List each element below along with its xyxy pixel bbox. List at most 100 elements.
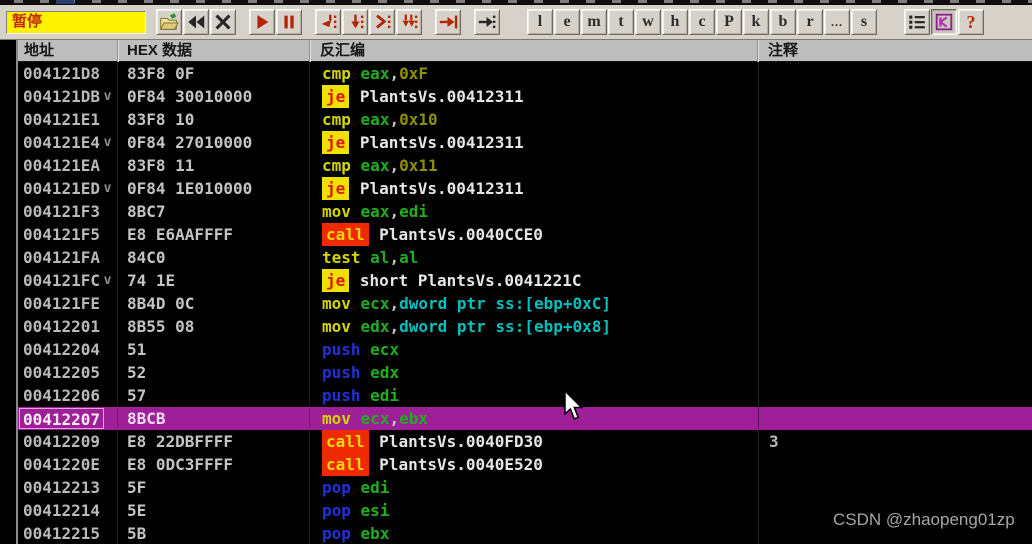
table-row[interactable]: 00412207 8BCB mov ecx,ebx bbox=[18, 407, 1032, 430]
hex-bytes-cell: 74 1E bbox=[118, 269, 310, 292]
mouse-cursor-icon bbox=[564, 391, 584, 420]
windows-list-icon[interactable] bbox=[904, 9, 930, 35]
panel-button-threads-label: t bbox=[618, 13, 624, 30]
comment-cell bbox=[758, 476, 1032, 499]
jump-down-indicator bbox=[100, 246, 115, 269]
panel-button-log[interactable]: l bbox=[527, 9, 553, 35]
address-cell: 00412215 bbox=[18, 522, 118, 544]
address-value: 004121FA bbox=[23, 248, 101, 267]
jump-down-indicator: v bbox=[103, 89, 112, 104]
comment-cell bbox=[758, 223, 1032, 246]
table-row[interactable]: 004121FA 84C0 test al,al bbox=[18, 246, 1032, 269]
address-cell: 00412209 bbox=[18, 430, 118, 453]
disasm-cell: push edx bbox=[322, 363, 400, 382]
panel-button-executables[interactable]: e bbox=[554, 9, 580, 35]
close-window-icon[interactable] bbox=[210, 9, 236, 35]
address-value: 004121F3 bbox=[23, 202, 101, 221]
panel-button-references[interactable]: r bbox=[797, 9, 823, 35]
disasm-cell: cmp eax,0x10 bbox=[322, 110, 438, 129]
table-row[interactable]: 00412201 8B55 08 mov edx,dword ptr ss:[ebp… bbox=[18, 315, 1032, 338]
table-row[interactable]: 00412209 E8 22DBFFFF call PlantsVs.0040FD3… bbox=[18, 430, 1032, 453]
table-row[interactable]: 004121D8 83F8 0F cmp eax,0xF bbox=[18, 62, 1032, 85]
table-row[interactable]: 004121EA 83F8 11 cmp eax,0x11 bbox=[18, 154, 1032, 177]
restart-icon[interactable] bbox=[183, 9, 209, 35]
table-row[interactable]: 004121FE 8B4D 0C mov ecx,dword ptr ss:[ebp… bbox=[18, 292, 1032, 315]
address-cell: 00412214 bbox=[18, 499, 118, 522]
disasm-cell: call PlantsVs.0040E520 bbox=[310, 453, 758, 476]
jump-down-indicator bbox=[100, 154, 115, 177]
disasm-cell: mov ecx,ebx bbox=[322, 409, 428, 428]
table-row[interactable]: 004121E1 83F8 10 cmp eax,0x10 bbox=[18, 108, 1032, 131]
jump-down-indicator bbox=[100, 361, 115, 384]
open-folder-icon[interactable] bbox=[156, 9, 182, 35]
animate-into-icon[interactable] bbox=[369, 9, 395, 35]
table-row[interactable]: 004121FC v 74 1E je short PlantsVs.0041221C bbox=[18, 269, 1032, 292]
panel-button-callstack[interactable]: k bbox=[743, 9, 769, 35]
table-row[interactable]: 004121ED v 0F84 1E010000 je PlantsVs.004123… bbox=[18, 177, 1032, 200]
comment-cell bbox=[758, 269, 1032, 292]
disasm-cell: je PlantsVs.00412311 bbox=[310, 177, 758, 200]
disasm-cell: mov ecx,dword ptr ss:[ebp+0xC] bbox=[322, 294, 612, 313]
table-row[interactable]: 004121F5 E8 E6AAFFFF call PlantsVs.0040CCE… bbox=[18, 223, 1032, 246]
panel-button-cpu[interactable]: c bbox=[689, 9, 715, 35]
execute-till-return-icon[interactable] bbox=[435, 9, 461, 35]
jump-down-indicator bbox=[100, 315, 115, 338]
disasm-cell: pop ebx bbox=[322, 524, 390, 543]
hex-bytes-cell: 0F84 1E010000 bbox=[118, 177, 310, 200]
panel-button-runtrace[interactable]: ... bbox=[824, 9, 850, 35]
table-row[interactable]: 00412213 5F pop edi bbox=[18, 476, 1032, 499]
panel-button-patches[interactable]: P bbox=[716, 9, 742, 35]
panel-button-handles[interactable]: h bbox=[662, 9, 688, 35]
table-row[interactable]: 004121F3 8BC7 mov eax,edi bbox=[18, 200, 1032, 223]
hex-bytes-cell: E8 E6AAFFFF bbox=[118, 223, 310, 246]
jump-down-indicator bbox=[100, 430, 115, 453]
disasm-cell: mov edx,dword ptr ss:[ebp+0x8] bbox=[322, 317, 612, 336]
address-cell: 004121E4 v bbox=[18, 131, 118, 154]
address-cell: 00412207 bbox=[18, 407, 118, 430]
animate-over-icon[interactable] bbox=[396, 9, 422, 35]
panel-button-runtrace-label: ... bbox=[831, 15, 843, 29]
hex-bytes-cell: 8BCB bbox=[118, 407, 310, 430]
address-cell: 0041220E bbox=[18, 453, 118, 476]
table-row[interactable]: 00412205 52 push edx bbox=[18, 361, 1032, 384]
disasm-cell: push ecx bbox=[322, 340, 400, 359]
jump-down-indicator bbox=[100, 62, 115, 85]
hex-bytes-cell: 83F8 10 bbox=[118, 108, 310, 131]
comment-cell: 3 bbox=[758, 430, 1032, 453]
help-icon[interactable]: ? bbox=[958, 9, 984, 35]
hex-bytes-cell: 5B bbox=[118, 522, 310, 544]
column-header-comment: 注释 bbox=[758, 40, 1032, 62]
table-row[interactable]: 0041220E E8 0DC3FFFF call PlantsVs.0040E52… bbox=[18, 453, 1032, 476]
run-icon[interactable] bbox=[249, 9, 275, 35]
column-header-hex: HEX 数据 bbox=[118, 40, 310, 62]
hex-bytes-cell: 52 bbox=[118, 361, 310, 384]
address-value: 00412206 bbox=[23, 386, 101, 405]
comment-cell bbox=[758, 315, 1032, 338]
step-over-icon[interactable] bbox=[342, 9, 368, 35]
table-row[interactable]: 00412206 57 push edi bbox=[18, 384, 1032, 407]
address-cell: 00412201 bbox=[18, 315, 118, 338]
panel-button-cpu-label: c bbox=[698, 13, 706, 30]
column-header: 地址 HEX 数据 反汇编 注释 bbox=[18, 40, 1032, 62]
panel-button-breakpoints[interactable]: b bbox=[770, 9, 796, 35]
disasm-cell: pop esi bbox=[322, 501, 390, 520]
cpu-window-icon[interactable] bbox=[931, 9, 957, 35]
jump-down-indicator bbox=[100, 453, 115, 476]
step-into-icon[interactable] bbox=[315, 9, 341, 35]
panel-button-windows[interactable]: w bbox=[635, 9, 661, 35]
disasm-cell: call PlantsVs.0040FD30 bbox=[310, 430, 758, 453]
table-row[interactable]: 004121E4 v 0F84 27010000 je PlantsVs.004123… bbox=[18, 131, 1032, 154]
panel-button-memory[interactable]: m bbox=[581, 9, 607, 35]
table-row[interactable]: 004121DB v 0F84 30010000 je PlantsVs.004123… bbox=[18, 85, 1032, 108]
panel-button-source[interactable]: s bbox=[851, 9, 877, 35]
panel-button-references-label: r bbox=[806, 13, 814, 30]
hex-bytes-cell: 51 bbox=[118, 338, 310, 361]
goto-address-icon[interactable] bbox=[474, 9, 500, 35]
address-value: 004121EA bbox=[23, 156, 101, 175]
disasm-cell: cmp eax,0x11 bbox=[322, 156, 438, 175]
panel-button-threads[interactable]: t bbox=[608, 9, 634, 35]
table-row[interactable]: 00412204 51 push ecx bbox=[18, 338, 1032, 361]
pause-icon[interactable] bbox=[276, 9, 302, 35]
comment-cell bbox=[758, 200, 1032, 223]
disasm-cell: je PlantsVs.00412311 bbox=[310, 131, 758, 154]
